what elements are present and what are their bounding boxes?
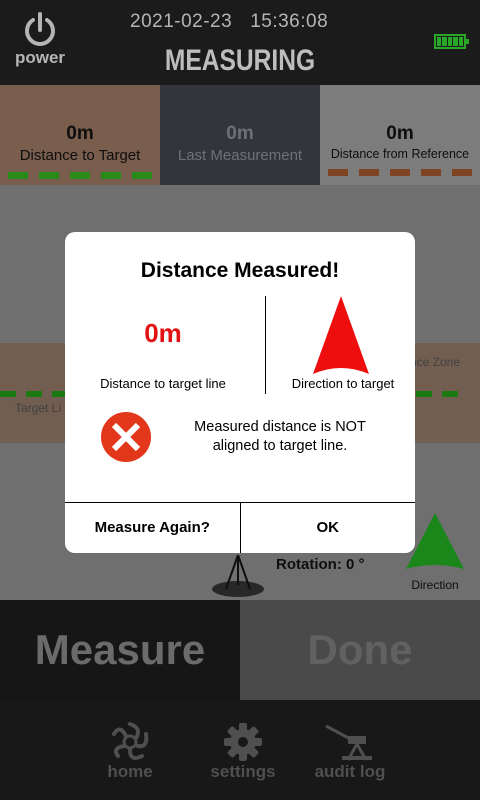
dialog-distance-value: 0m xyxy=(144,318,182,348)
dialog-distance-label: Distance to target line xyxy=(100,376,226,391)
measuring-screen: power 2021-02-23 15:36:08 MEASURING 0m Di… xyxy=(0,0,480,800)
dialog-message: Measured distance is NOT aligned to targ… xyxy=(161,418,399,456)
dialog-footer: Measure Again? OK xyxy=(65,502,415,553)
dialog-message-line1: Measured distance is NOT xyxy=(194,419,366,435)
dialog-divider xyxy=(265,296,266,394)
measure-again-button[interactable]: Measure Again? xyxy=(65,503,240,553)
dialog-direction-label: Direction to target xyxy=(291,376,395,391)
error-x-icon xyxy=(101,412,151,462)
target-direction-arrow-icon xyxy=(313,296,369,374)
dialog-title: Distance Measured! xyxy=(140,259,340,282)
ok-button[interactable]: OK xyxy=(239,503,415,553)
distance-measured-dialog: Distance Measured! 0m Distance to target… xyxy=(65,232,415,553)
dialog-message-line2: aligned to target line. xyxy=(212,438,348,454)
